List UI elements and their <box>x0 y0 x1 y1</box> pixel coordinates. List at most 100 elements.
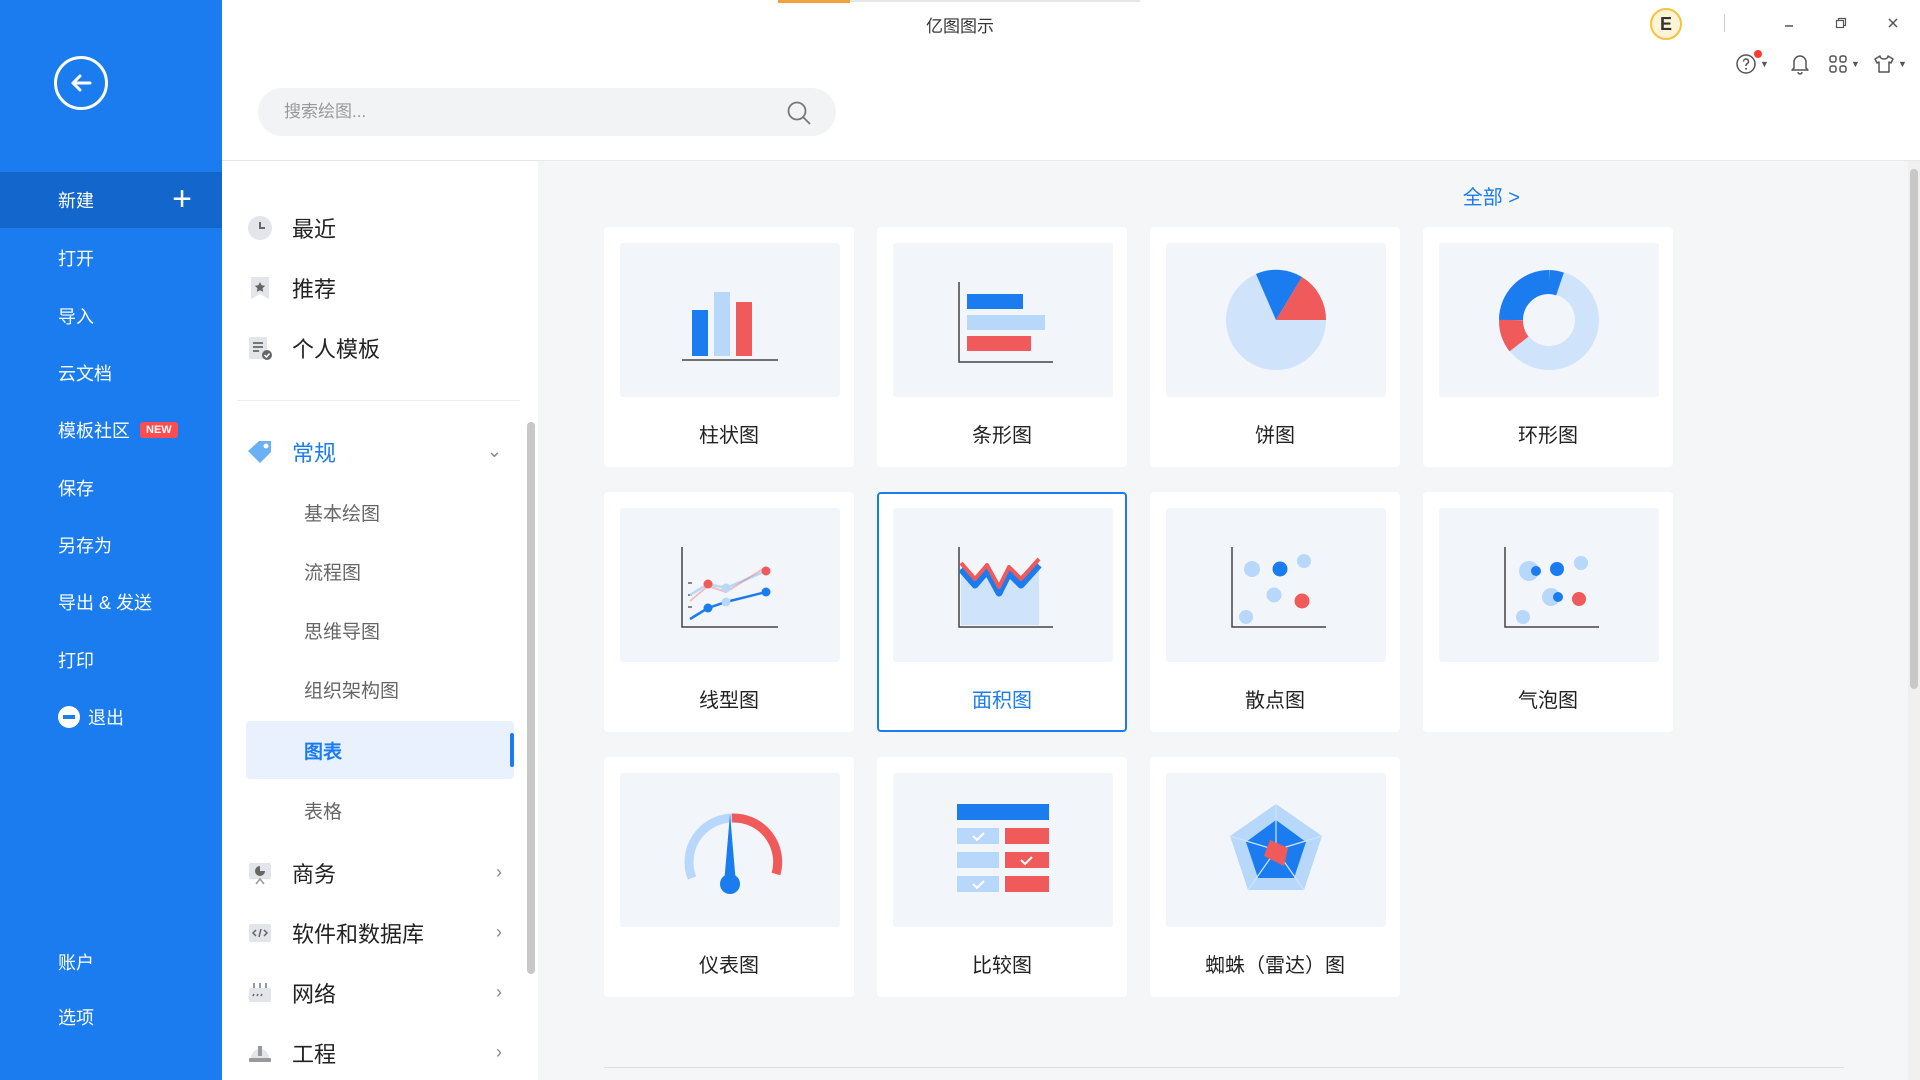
menu-template-community[interactable]: 模板社区 NEW <box>0 402 222 458</box>
menu-save-label: 保存 <box>58 479 94 499</box>
template-card-line-chart[interactable]: 线型图 <box>604 492 854 732</box>
show-all-link[interactable]: 全部 > <box>1463 181 1520 210</box>
title-separator <box>1724 14 1725 32</box>
category-software-database-label: 软件和数据库 <box>292 922 425 947</box>
line-chart-thumbnail <box>620 508 840 662</box>
restore-icon <box>1835 17 1847 29</box>
category-divider <box>238 400 520 401</box>
subcategory-flowchart-label: 流程图 <box>304 562 362 584</box>
template-gallery: 全部 > 柱状图 条形图 饼图 环形图 线型图 面积图 散点图 气泡图 仪表图 … <box>538 161 1920 1080</box>
template-card-column-chart[interactable]: 柱状图 <box>604 227 854 467</box>
column-chart-icon <box>682 292 778 361</box>
template-card-comparison-chart[interactable]: 比较图 <box>877 757 1127 997</box>
template-card-area-chart[interactable]: 面积图 <box>877 492 1127 732</box>
template-card-label: 线型图 <box>699 690 759 712</box>
template-card-donut-chart[interactable]: 环形图 <box>1423 227 1673 467</box>
template-card-gauge-chart[interactable]: 仪表图 <box>604 757 854 997</box>
skin-button[interactable]: ▼ <box>1872 50 1908 78</box>
category-software-database[interactable]: 软件和数据库 › <box>246 908 506 958</box>
help-icon <box>1736 54 1756 74</box>
minimize-icon <box>1785 25 1793 27</box>
menu-new[interactable]: 新建 + <box>0 172 222 228</box>
pie-chart-thumbnail <box>1166 243 1386 397</box>
hard-hat-icon <box>246 1039 274 1067</box>
clock-icon <box>246 214 274 242</box>
back-button[interactable] <box>54 56 108 110</box>
category-recommended[interactable]: 推荐 <box>246 263 506 313</box>
menu-cloud-docs[interactable]: 云文档 <box>0 345 222 401</box>
subcategory-table[interactable]: 表格 <box>246 781 514 839</box>
template-card-bubble-chart[interactable]: 气泡图 <box>1423 492 1673 732</box>
user-avatar[interactable]: E <box>1650 8 1682 40</box>
gauge-chart-icon <box>684 813 783 894</box>
template-card-pie-chart[interactable]: 饼图 <box>1150 227 1400 467</box>
template-card-bar-chart[interactable]: 条形图 <box>877 227 1127 467</box>
template-card-label: 饼图 <box>1255 425 1295 447</box>
category-general-label: 常规 <box>292 441 337 466</box>
restore-button[interactable] <box>1826 8 1856 38</box>
menu-options-label: 选项 <box>58 1008 94 1028</box>
menu-import[interactable]: 导入 <box>0 288 222 344</box>
category-network[interactable]: 网络 › <box>246 968 506 1018</box>
gauge-chart-thumbnail <box>620 773 840 927</box>
menu-account[interactable]: 账户 <box>0 934 222 990</box>
donut-chart-icon <box>1499 270 1599 370</box>
subcategory-basic-drawing[interactable]: 基本绘图 <box>246 483 514 541</box>
template-card-radar-chart[interactable]: 蜘蛛（雷达）图 <box>1150 757 1400 997</box>
area-chart-thumbnail <box>893 508 1113 662</box>
template-card-label: 仪表图 <box>699 955 759 977</box>
chevron-down-icon[interactable]: ⌄ <box>487 441 502 462</box>
template-card-scatter-chart[interactable]: 散点图 <box>1150 492 1400 732</box>
category-recent-label: 最近 <box>292 217 337 242</box>
gallery-scrollbar[interactable] <box>1908 161 1920 1080</box>
close-button[interactable] <box>1878 8 1908 38</box>
gallery-scrollbar-thumb[interactable] <box>1910 169 1918 689</box>
category-business[interactable]: 商务 › <box>246 848 506 898</box>
bookmark-star-icon <box>246 274 274 302</box>
main-menu-sidebar: 新建 + 打开 导入 云文档 模板社区 NEW 保存 另存为 导出 & 发送 打… <box>0 0 222 1080</box>
menu-export-send[interactable]: 导出 & 发送 <box>0 574 222 630</box>
minimize-button[interactable] <box>1774 8 1804 38</box>
notifications-button[interactable] <box>1782 50 1818 78</box>
subcategory-flowchart[interactable]: 流程图 <box>246 542 514 600</box>
tag-icon <box>246 438 274 466</box>
template-card-label: 气泡图 <box>1518 690 1578 712</box>
search-input[interactable] <box>284 102 764 122</box>
search-box[interactable] <box>258 88 836 136</box>
chevron-right-icon[interactable]: › <box>496 982 502 1003</box>
title-tab-line <box>850 0 1140 2</box>
category-general[interactable]: 常规 ⌄ <box>246 427 506 477</box>
subcategory-charts-label: 图表 <box>304 741 343 763</box>
menu-export-send-label: 导出 & 发送 <box>58 593 153 613</box>
menu-print[interactable]: 打印 <box>0 632 222 688</box>
close-icon <box>1888 18 1898 28</box>
chevron-right-icon[interactable]: › <box>496 1042 502 1063</box>
chevron-right-icon[interactable]: › <box>496 922 502 943</box>
arrow-left-icon <box>71 74 92 92</box>
category-recent[interactable]: 最近 <box>246 203 506 253</box>
chevron-right-icon[interactable]: › <box>496 862 502 883</box>
line-chart-icon <box>681 547 778 628</box>
subcategory-basic-drawing-label: 基本绘图 <box>304 503 381 525</box>
menu-save-as[interactable]: 另存为 <box>0 517 222 573</box>
menu-save-as-label: 另存为 <box>58 536 112 556</box>
help-button[interactable]: ▼ <box>1734 50 1770 78</box>
menu-exit[interactable]: 退出 <box>0 689 222 745</box>
category-engineering[interactable]: 工程 › <box>246 1028 506 1078</box>
menu-options[interactable]: 选项 <box>0 989 222 1045</box>
category-scrollbar[interactable] <box>527 422 535 974</box>
menu-save[interactable]: 保存 <box>0 460 222 516</box>
shirt-icon <box>1874 55 1894 73</box>
search-icon[interactable] <box>786 100 812 126</box>
apps-button[interactable]: ▼ <box>1826 50 1862 78</box>
subcategory-mind-map[interactable]: 思维导图 <box>246 601 514 659</box>
subcategory-charts[interactable]: 图表 <box>246 721 514 779</box>
scatter-chart-icon <box>1231 547 1326 628</box>
menu-open[interactable]: 打开 <box>0 230 222 286</box>
plus-icon[interactable]: + <box>172 182 192 216</box>
subcategory-org-chart[interactable]: 组织架构图 <box>246 660 514 718</box>
template-card-label: 柱状图 <box>699 425 759 447</box>
category-personal-templates[interactable]: 个人模板 <box>246 323 506 373</box>
area-chart-icon <box>958 547 1053 628</box>
template-card-label: 面积图 <box>972 690 1032 712</box>
